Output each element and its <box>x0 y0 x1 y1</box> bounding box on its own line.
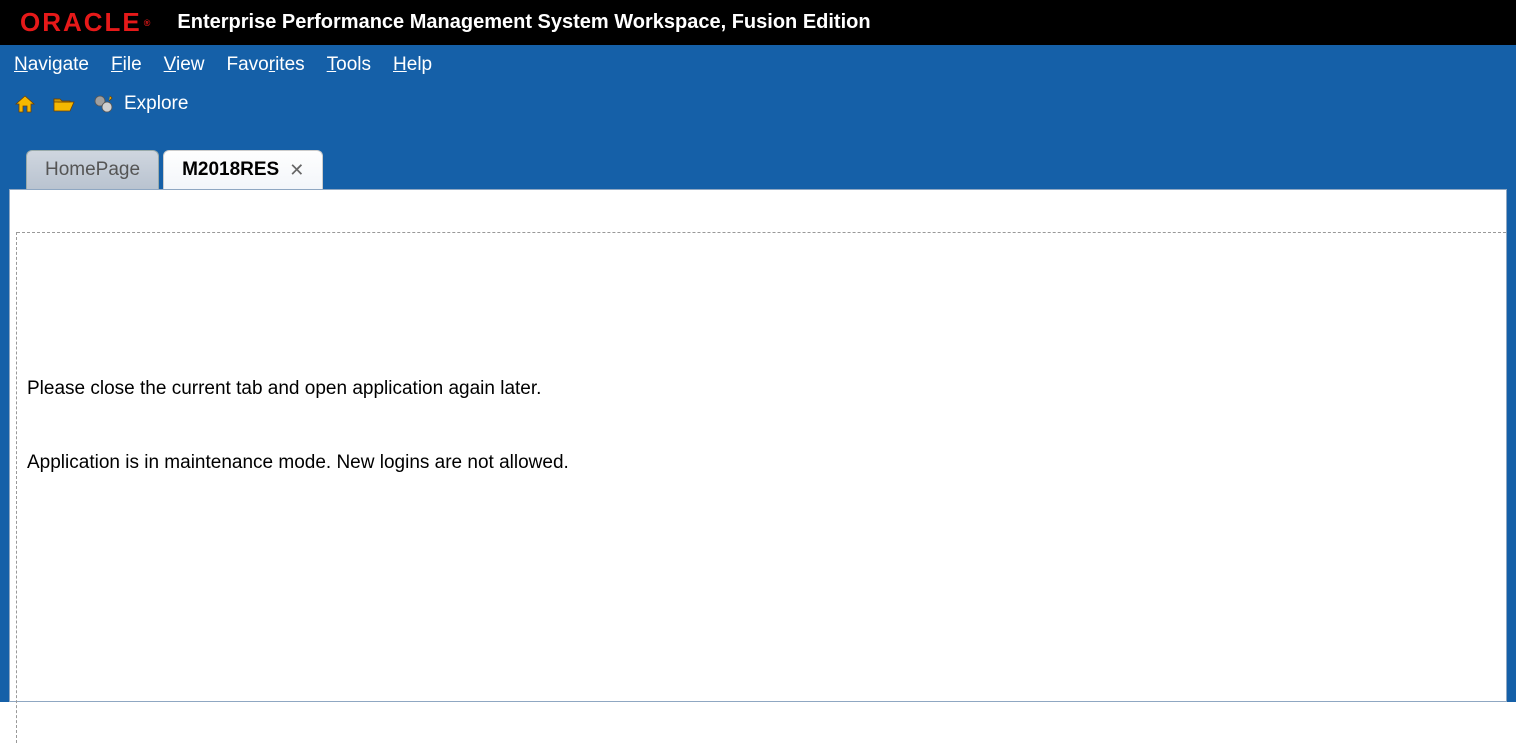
explore-button[interactable]: Explore <box>92 93 188 115</box>
tab-homepage[interactable]: HomePage <box>26 150 159 189</box>
content-inner: Please close the current tab and open ap… <box>16 232 1506 743</box>
message-area: Please close the current tab and open ap… <box>17 378 1506 474</box>
toolbar: Explore <box>0 85 1516 123</box>
tab-active-label: M2018RES <box>182 159 279 181</box>
menu-favorites[interactable]: Favorites <box>227 54 305 76</box>
menu-view[interactable]: View <box>164 54 205 76</box>
home-icon <box>14 94 36 114</box>
header-bar: ORACLE® Enterprise Performance Managemen… <box>0 0 1516 45</box>
home-button[interactable] <box>14 94 36 114</box>
menu-navigate[interactable]: Navigate <box>14 54 89 76</box>
menu-tools[interactable]: Tools <box>327 54 371 76</box>
open-button[interactable] <box>52 94 76 114</box>
folder-open-icon <box>52 94 76 114</box>
explore-icon <box>92 94 116 114</box>
oracle-logo: ORACLE® <box>20 7 152 38</box>
menu-help[interactable]: Help <box>393 54 432 76</box>
menu-file[interactable]: File <box>111 54 142 76</box>
oracle-logo-text: ORACLE <box>20 7 142 38</box>
oracle-logo-dot: ® <box>144 18 153 28</box>
tabs-region: HomePage M2018RES ✕ <box>0 123 1516 189</box>
content-wrapper: Please close the current tab and open ap… <box>0 189 1516 702</box>
tab-homepage-label: HomePage <box>45 159 140 181</box>
menu-bar: Navigate File View Favorites Tools Help <box>0 45 1516 85</box>
tab-close-icon[interactable]: ✕ <box>289 160 304 181</box>
message-line-2: Application is in maintenance mode. New … <box>27 452 1496 474</box>
content-pane: Please close the current tab and open ap… <box>9 189 1507 702</box>
explore-label: Explore <box>124 93 188 115</box>
tab-active[interactable]: M2018RES ✕ <box>163 150 323 189</box>
content-divider <box>17 232 1506 233</box>
message-line-1: Please close the current tab and open ap… <box>27 378 1496 400</box>
tabs-row: HomePage M2018RES ✕ <box>26 150 1516 189</box>
header-title: Enterprise Performance Management System… <box>177 11 870 34</box>
